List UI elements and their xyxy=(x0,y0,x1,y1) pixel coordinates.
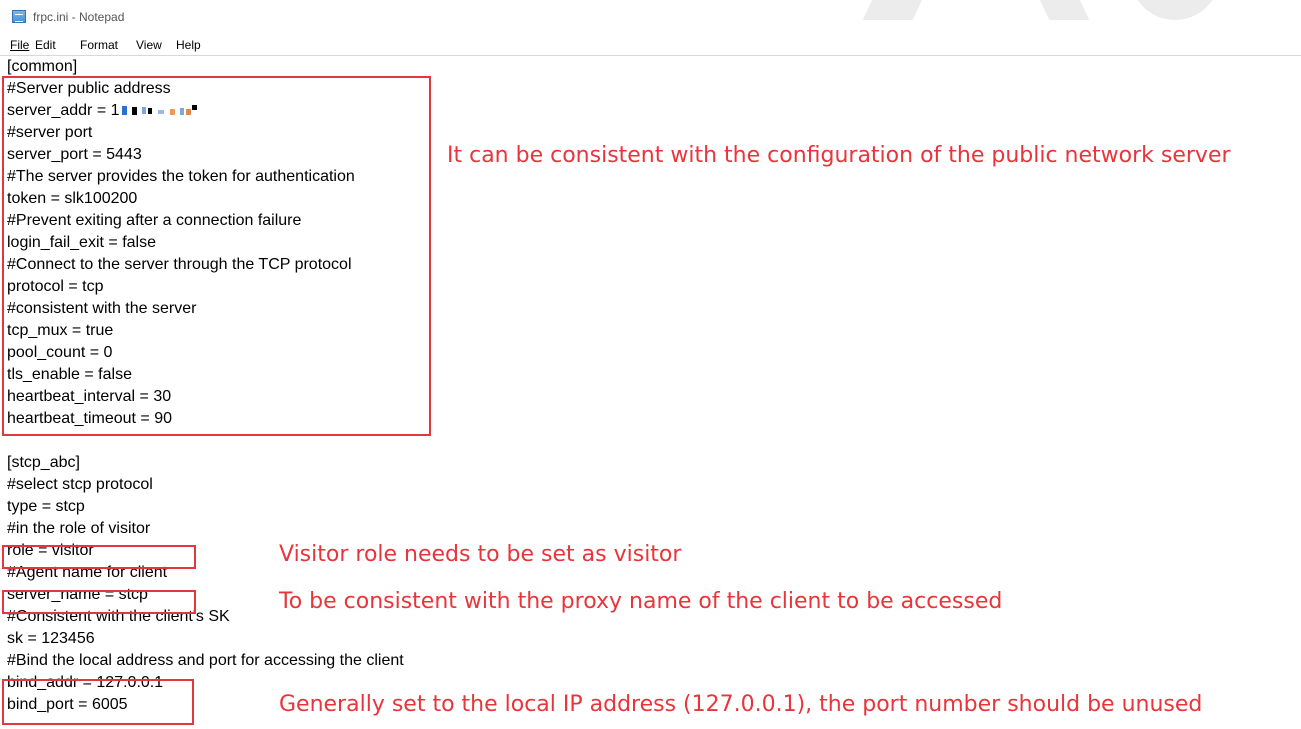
notepad-icon xyxy=(12,10,26,23)
editor-line: [stcp_abc] xyxy=(7,454,80,471)
common-annotation: It can be consistent with the configurat… xyxy=(447,143,1231,168)
menu-file-label: File xyxy=(10,38,30,52)
role-highlight xyxy=(2,545,196,569)
menu-view-label: View xyxy=(136,38,162,52)
watermark-shape xyxy=(1030,0,1090,20)
role-annotation: Visitor role needs to be set as visitor xyxy=(279,542,682,567)
watermark-shape xyxy=(862,0,932,20)
notepad-window: frpc.ini - Notepad File Edit Format View… xyxy=(0,0,1301,729)
editor-line: [common] xyxy=(7,58,78,75)
editor-line: #Bind the local address and port for acc… xyxy=(7,652,404,669)
title-bar: frpc.ini - Notepad xyxy=(0,0,1301,34)
watermark-shape xyxy=(1130,0,1220,20)
menu-file[interactable]: File xyxy=(10,38,29,52)
menu-edit-label: Edit xyxy=(35,38,56,52)
window-title: frpc.ini - Notepad xyxy=(33,10,125,24)
menu-help[interactable]: Help xyxy=(176,38,201,52)
menu-edit[interactable]: Edit xyxy=(35,38,56,52)
editor-line: #select stcp protocol xyxy=(7,476,153,493)
server-name-highlight xyxy=(2,590,196,614)
server-name-annotation: To be consistent with the proxy name of … xyxy=(279,589,1003,614)
bind-highlight xyxy=(2,679,194,725)
common-section-highlight xyxy=(2,76,431,436)
menu-format[interactable]: Format xyxy=(80,38,118,52)
menu-format-label: Format xyxy=(80,38,119,52)
editor-line: sk = 123456 xyxy=(7,630,95,647)
menu-help-label: Help xyxy=(176,38,201,52)
menu-bar: File Edit Format View Help xyxy=(0,36,1301,56)
editor-line: #in the role of visitor xyxy=(7,520,151,537)
editor-line: type = stcp xyxy=(7,498,85,515)
bind-annotation: Generally set to the local IP address (1… xyxy=(279,692,1203,717)
menu-view[interactable]: View xyxy=(136,38,162,52)
